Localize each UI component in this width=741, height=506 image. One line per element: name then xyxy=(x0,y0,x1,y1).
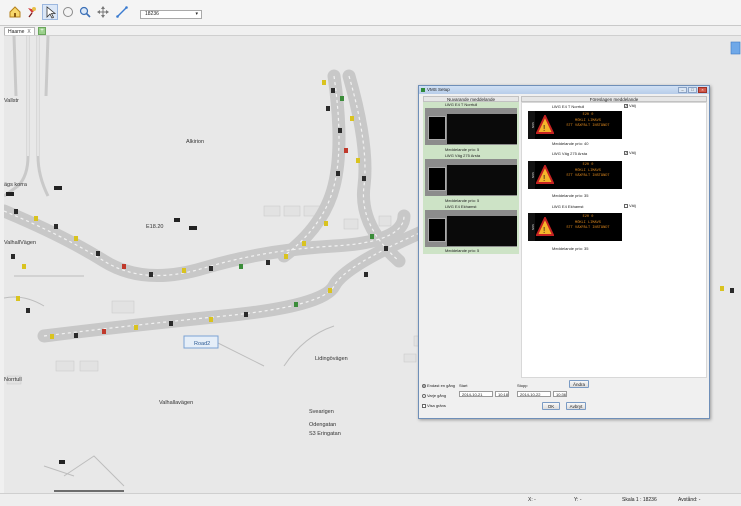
stop-time-field[interactable]: 10:36 xyxy=(553,391,567,397)
sign-side-label: SKN xyxy=(528,161,535,189)
measure-icon[interactable] xyxy=(114,4,130,20)
status-bar: X: - Y: - Skala 1 : 18236 Avstånd: - xyxy=(0,493,741,506)
sign-thumbnail xyxy=(428,167,446,191)
select-checkbox[interactable]: ✓Välj xyxy=(624,103,636,108)
pin-icon[interactable] xyxy=(24,4,40,20)
once-radio[interactable]: Endast en gång xyxy=(422,383,455,388)
road-tag-label: Road2 xyxy=(194,341,210,347)
right-sign-prio: Meddelande prio: 35 xyxy=(552,246,589,251)
every-time-radio-label: Varje gång xyxy=(427,393,447,398)
label-lidingovagen: Lidingövägen xyxy=(315,356,348,362)
select-label: Välj xyxy=(629,203,636,208)
dialog-titlebar[interactable]: VMS Setup – □ × xyxy=(419,86,709,94)
sign-screen xyxy=(447,216,517,246)
close-icon[interactable]: × xyxy=(698,87,707,93)
vms-dialog: VMS Setup – □ × Nuvarande meddelande För… xyxy=(418,85,710,419)
sign-side-label: SKN xyxy=(528,213,535,241)
maximize-icon[interactable]: □ xyxy=(688,87,697,93)
left-sign-prio: Meddelande prio: 5 xyxy=(445,147,480,152)
cancel-button[interactable]: Avbryt xyxy=(566,402,586,410)
show-limit-label: Visa gräns xyxy=(427,403,446,408)
zoom-icon[interactable] xyxy=(77,4,93,20)
vms-line-3: STT VÄXPÄLT INSTÄNDT xyxy=(566,226,610,230)
right-sign-name: LWG Väg 275 Arsta xyxy=(552,151,588,156)
current-sign-display xyxy=(425,108,517,145)
sign-side-label: SKN xyxy=(528,111,535,139)
scale-select[interactable]: 18236 ▾ xyxy=(140,10,202,19)
show-limit-checkbox[interactable]: Visa gräns xyxy=(422,403,446,408)
vms-sign: SKN ! E20 0 MÖKLI LIMAVS STT VÄXPÄLT INS… xyxy=(528,161,622,189)
select-label: Välj xyxy=(629,103,636,108)
every-time-radio[interactable]: Varje gång xyxy=(422,393,446,398)
svg-text:!: ! xyxy=(543,124,545,133)
stop-date-field[interactable]: 2014-10-22 xyxy=(517,391,551,397)
dialog-title: VMS Setup xyxy=(427,87,450,92)
select-checkbox[interactable]: ✓Välj xyxy=(624,150,636,155)
left-sign-prio: Meddelande prio: 5 xyxy=(445,248,480,253)
layers-icon[interactable] xyxy=(730,41,741,55)
status-x: X: - xyxy=(528,497,536,503)
tab-row: Haarne X + xyxy=(0,27,741,36)
right-sign-name: LWG E4 T Norrtull xyxy=(552,104,585,109)
circle-select-icon[interactable] xyxy=(60,4,76,20)
add-tab-button[interactable]: + xyxy=(38,27,46,35)
vms-sign: SKN ! E20 0 MÖKLI LIMAVS STT VÄXPÄLT INS… xyxy=(528,213,622,241)
ok-button[interactable]: OK xyxy=(542,402,560,410)
select-checkbox[interactable]: Välj xyxy=(624,203,636,208)
proposed-messages-pane: LWG E4 T Norrtull ✓Välj SKN ! E20 0 MÖKL… xyxy=(521,102,707,378)
left-sign-prio: Meddelande prio: 5 xyxy=(445,198,480,203)
right-sign-name: LWG E4 Ekhamst xyxy=(552,204,584,209)
start-time-field[interactable]: 10:18 xyxy=(495,391,509,397)
status-scale: Skala 1 : 18236 xyxy=(622,497,657,503)
right-sign-prio: Meddelande prio: 40 xyxy=(552,141,589,146)
warning-sign-icon: ! xyxy=(536,165,554,184)
minimize-icon[interactable]: – xyxy=(678,87,687,93)
status-y: Y: - xyxy=(574,497,582,503)
right-sign-prio: Meddelande prio: 35 xyxy=(552,193,589,198)
current-sign-display xyxy=(425,159,517,196)
label-valhallavagen: Valhallavägen xyxy=(159,400,193,406)
warning-sign-icon: ! xyxy=(536,217,554,236)
select-label: Välj xyxy=(629,150,636,155)
chevron-down-icon: ▾ xyxy=(195,11,198,17)
vms-sign: SKN ! E20 0 MÖKLI LIMAVS STT VÄXPÄLT INS… xyxy=(528,111,622,139)
start-date-field[interactable]: 2014-10-21 xyxy=(459,391,493,397)
label-alkirion: Alkirion xyxy=(186,139,204,145)
current-messages-pane: LWG E4 T Norrtull Meddelande prio: 5 LWG… xyxy=(423,102,519,254)
stop-label: Stopp xyxy=(517,383,528,388)
sign-screen xyxy=(447,165,517,195)
label-left-3: ValhallVägen xyxy=(4,240,36,246)
app-icon xyxy=(421,88,425,92)
home-icon[interactable] xyxy=(7,4,23,20)
status-distance: Avstånd: - xyxy=(678,497,701,503)
apply-button[interactable]: Ändra xyxy=(569,380,589,388)
vms-line-3: STT VÄXPÄLT INSTÄNDT xyxy=(566,124,610,128)
svg-text:!: ! xyxy=(543,226,545,235)
label-left-2: ägs korra xyxy=(4,182,28,188)
label-s3-eringatan: S3 Eringatan xyxy=(309,431,341,437)
pan-icon[interactable] xyxy=(95,4,111,20)
label-odengatan: Odengatan xyxy=(309,422,336,428)
left-sign-name: LWG E4 T Norrtull xyxy=(445,102,478,107)
current-sign-display xyxy=(425,210,517,247)
start-label: Start xyxy=(459,383,468,388)
warning-sign-icon: ! xyxy=(536,115,554,134)
sign-screen xyxy=(447,114,517,144)
label-left-4: Norrtull xyxy=(4,377,22,383)
scale-select-value: 18236 xyxy=(145,11,159,17)
left-sign-name: LWG Väg 275 Arsta xyxy=(445,153,481,158)
left-sign-name: LWG E4 Ekhamst xyxy=(445,204,477,209)
sign-thumbnail xyxy=(428,116,446,140)
toolbar: 18236 ▾ xyxy=(0,0,741,26)
label-left-1: Vallstr xyxy=(4,98,19,104)
label-e1820: E18.20 xyxy=(146,224,163,230)
svg-text:!: ! xyxy=(543,174,545,183)
sign-thumbnail xyxy=(428,218,446,242)
pointer-icon[interactable] xyxy=(42,4,58,20)
vms-line-3: STT VÄXPÄLT INSTÄNDT xyxy=(566,174,610,178)
once-radio-label: Endast en gång xyxy=(427,383,456,388)
label-svearigen: Svearigen xyxy=(309,409,334,415)
